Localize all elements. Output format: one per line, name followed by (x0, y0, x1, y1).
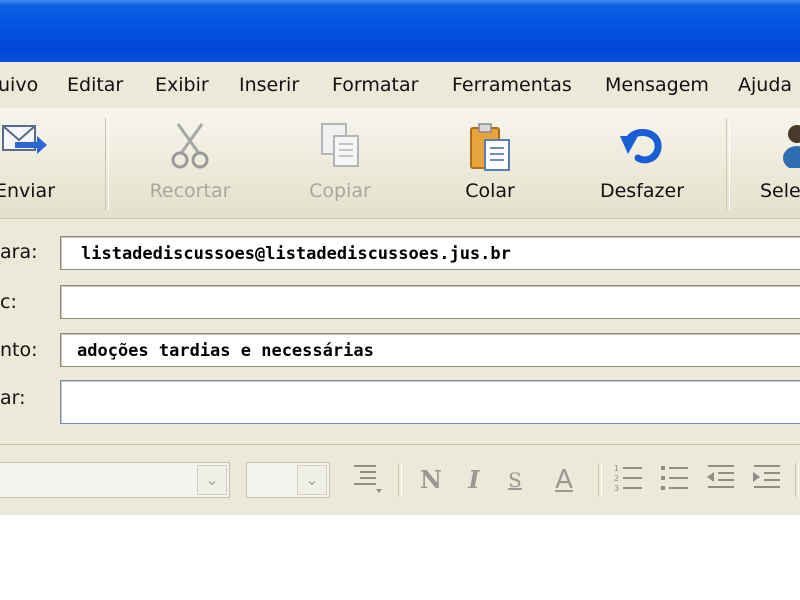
undo-label: Desfazer (599, 180, 685, 202)
bulleted-list-icon[interactable] (656, 461, 694, 499)
paragraph-style-icon[interactable] (348, 461, 386, 499)
menu-arquivo[interactable]: uivo (0, 74, 38, 96)
format-separator (598, 463, 602, 497)
attach-field[interactable] (60, 380, 800, 424)
contacts-icon (781, 122, 800, 172)
cc-label: c: (0, 291, 17, 313)
font-size-select[interactable]: ⌄ (246, 462, 330, 498)
format-separator (398, 463, 402, 497)
menu-mensagem[interactable]: Mensagem (605, 74, 709, 96)
send-label: Enviar (0, 180, 56, 202)
cc-field[interactable] (60, 285, 800, 319)
undo-icon (618, 122, 666, 172)
svg-text:1: 1 (614, 464, 619, 473)
send-icon (1, 122, 49, 162)
decrease-indent-icon[interactable] (702, 461, 740, 499)
send-button[interactable]: Enviar (0, 108, 70, 218)
to-label: ara: (0, 241, 38, 263)
format-separator (795, 463, 799, 497)
paste-button[interactable]: Colar (445, 108, 535, 218)
bold-icon[interactable]: N (412, 461, 450, 499)
select-recipients-button[interactable]: Sele (756, 108, 800, 218)
cut-label: Recortar (149, 180, 231, 202)
svg-text:3: 3 (614, 484, 619, 493)
copy-icon (318, 122, 362, 174)
undo-button[interactable]: Desfazer (592, 108, 692, 218)
numbered-list-icon[interactable]: 1 2 3 (610, 461, 648, 499)
menu-ajuda[interactable]: Ajuda (738, 74, 792, 96)
chevron-down-icon[interactable]: ⌄ (197, 465, 227, 495)
menu-exibir[interactable]: Exibir (155, 74, 209, 96)
scissors-icon (170, 122, 210, 174)
underline-icon[interactable]: S (496, 461, 534, 499)
message-header: ara: listadediscussoes@listadediscussoes… (0, 219, 800, 444)
toolbar: Enviar Recortar Copiar Colar Desfazer Se… (0, 108, 800, 219)
paste-icon (468, 122, 512, 176)
toolbar-separator (726, 118, 730, 210)
font-name-select[interactable]: ⌄ (0, 462, 230, 498)
attach-label: ar: (0, 387, 26, 409)
message-body[interactable] (0, 515, 800, 600)
menu-inserir[interactable]: Inserir (239, 74, 299, 96)
chevron-down-icon[interactable]: ⌄ (297, 465, 327, 495)
copy-button[interactable]: Copiar (295, 108, 385, 218)
copy-label: Copiar (309, 180, 371, 202)
paste-label: Colar (465, 180, 515, 202)
svg-text:2: 2 (614, 474, 619, 483)
formatting-toolbar: ⌄ ⌄ N I S A 1 2 3 (0, 444, 800, 516)
italic-icon[interactable]: I (455, 461, 493, 499)
font-color-icon[interactable]: A (545, 461, 583, 499)
toolbar-separator (105, 118, 109, 210)
window-titlebar[interactable] (0, 0, 800, 62)
menu-editar[interactable]: Editar (67, 74, 123, 96)
menu-ferramentas[interactable]: Ferramentas (452, 74, 572, 96)
menu-formatar[interactable]: Formatar (332, 74, 418, 96)
subject-label: nto: (0, 339, 38, 361)
cut-button[interactable]: Recortar (140, 108, 240, 218)
to-field[interactable]: listadediscussoes@listadediscussoes.jus.… (60, 236, 800, 270)
subject-field[interactable]: adoções tardias e necessárias (60, 333, 800, 367)
select-label: Sele (760, 180, 800, 202)
menu-bar: uivo Editar Exibir Inserir Formatar Ferr… (0, 62, 800, 109)
increase-indent-icon[interactable] (748, 461, 786, 499)
